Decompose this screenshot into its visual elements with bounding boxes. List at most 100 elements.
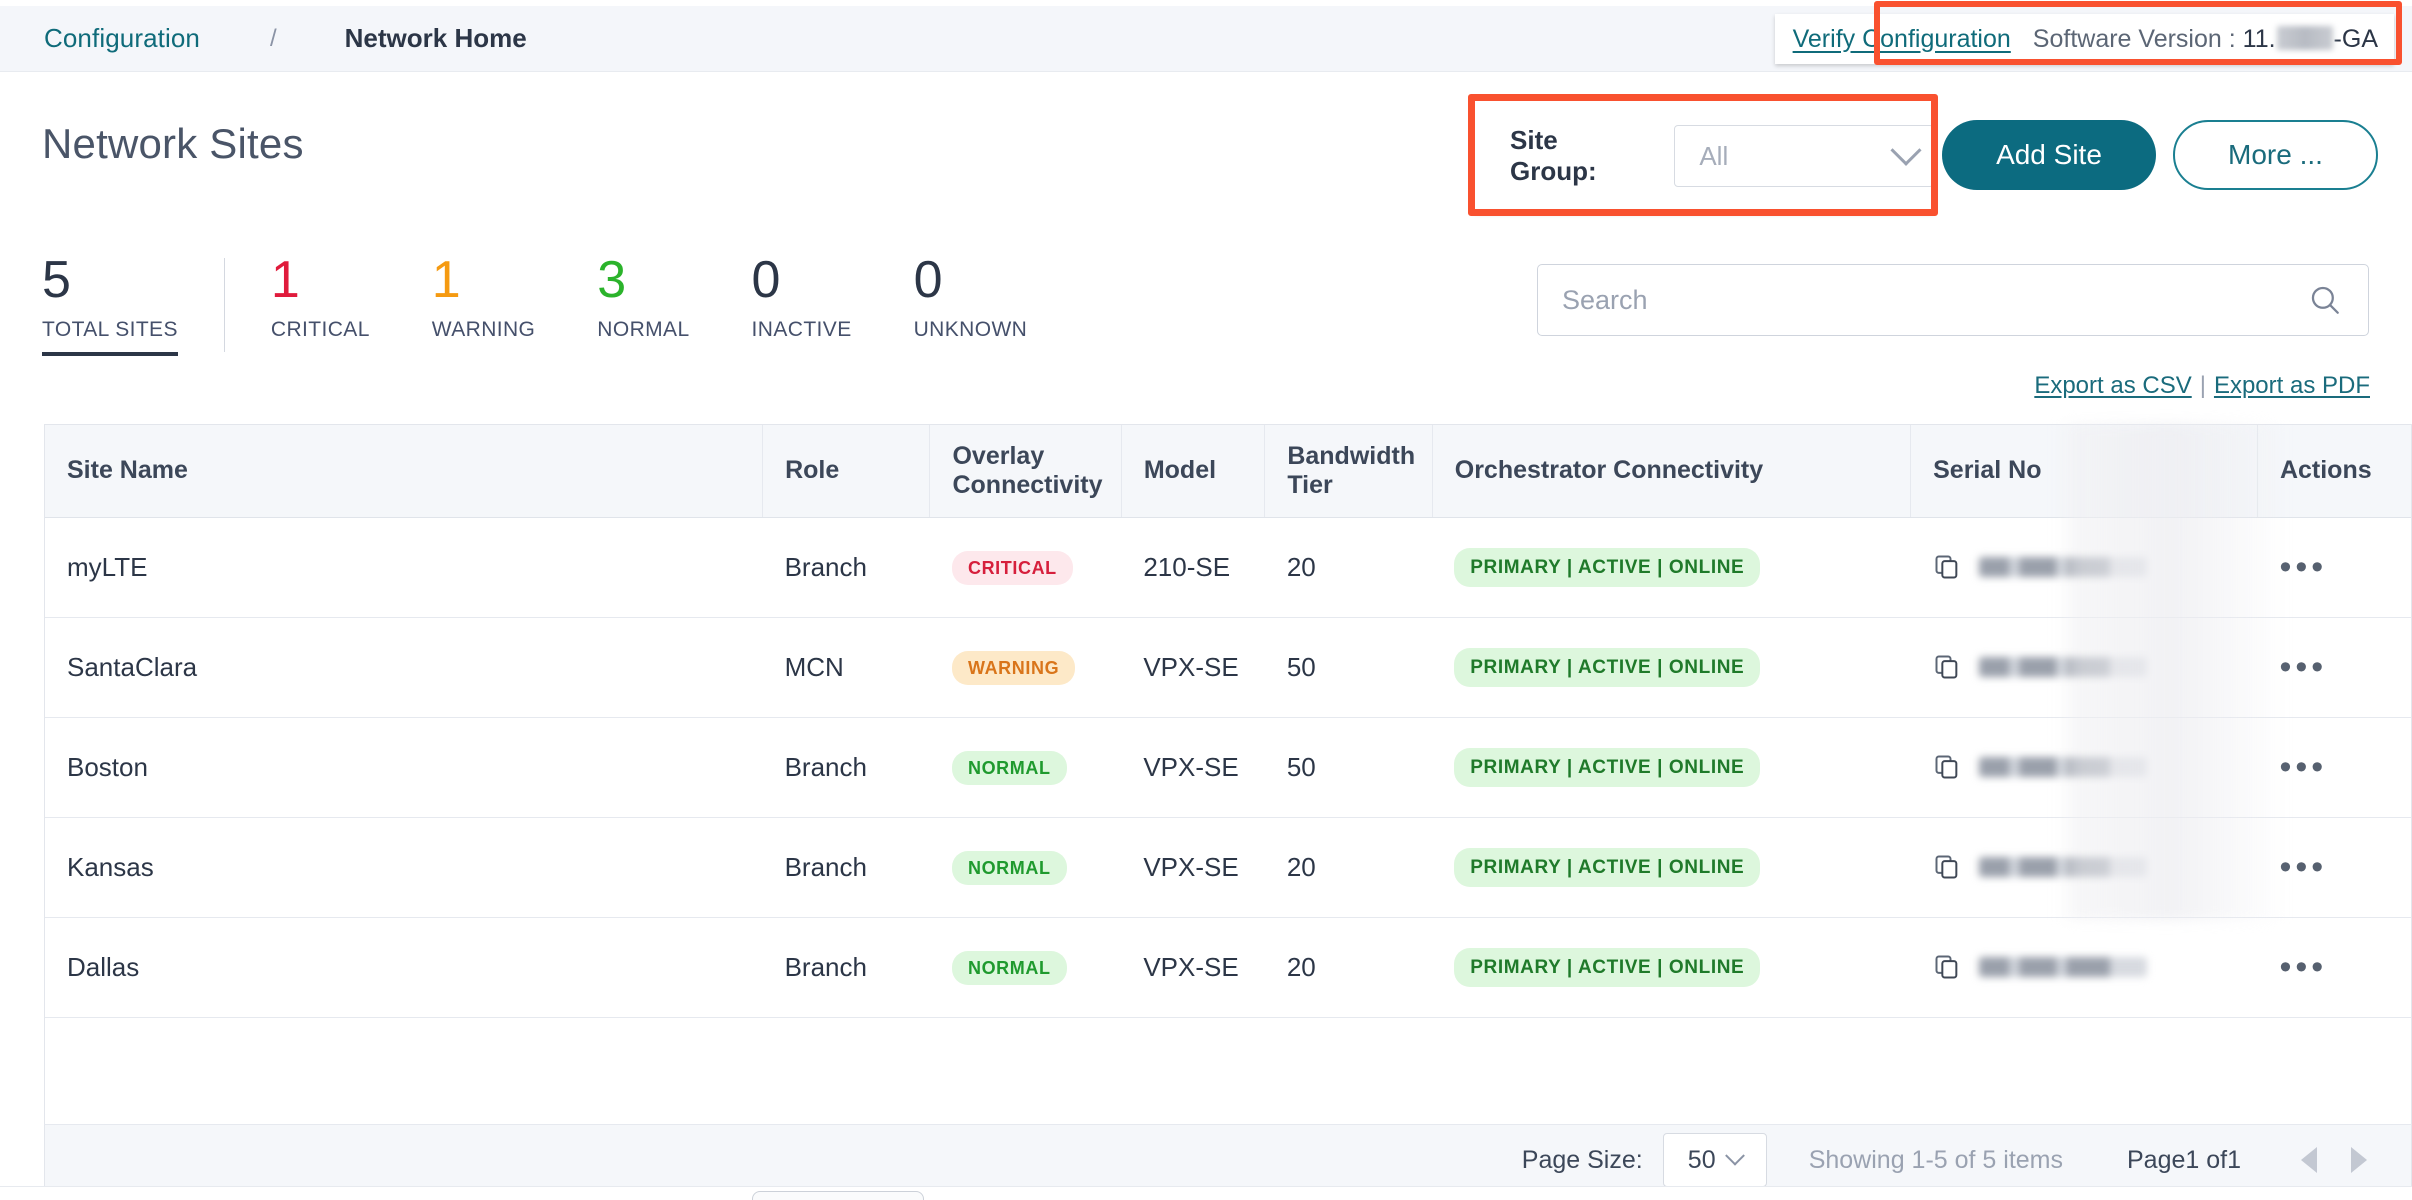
serial-number-redacted	[1978, 757, 2147, 777]
cell-bandwidth-tier: 50	[1264, 617, 1433, 718]
orchestrator-status-badge: PRIMARY | ACTIVE | ONLINE	[1454, 647, 1761, 687]
topbar-version-group: Verify Configuration Software Version : …	[1774, 14, 2394, 64]
verify-configuration-link[interactable]: Verify Configuration	[1793, 25, 2011, 54]
stat-inactive[interactable]: 0 INACTIVE	[752, 252, 852, 342]
search-icon	[2311, 286, 2339, 314]
serial-number-redacted	[1978, 857, 2147, 877]
add-site-button[interactable]: Add Site	[1942, 120, 2156, 190]
table-body: myLTE Branch CRITICAL 210-SE 20 PRIMARY …	[45, 517, 2411, 1018]
cell-serial-no	[1910, 817, 2258, 918]
export-pdf-link[interactable]: Export as PDF	[2214, 372, 2370, 399]
cell-site-name[interactable]: Boston	[45, 717, 763, 818]
col-header-orchestrator-connectivity[interactable]: Orchestrator Connectivity	[1432, 425, 1912, 518]
copy-icon[interactable]	[1933, 853, 1961, 881]
cell-model: VPX-SE	[1121, 717, 1265, 818]
cell-site-name[interactable]: Kansas	[45, 817, 763, 918]
table-row[interactable]: SantaClara MCN WARNING VPX-SE 50 PRIMARY…	[45, 617, 2411, 718]
cell-overlay: NORMAL	[929, 817, 1122, 918]
cell-orchestrator: PRIMARY | ACTIVE | ONLINE	[1432, 817, 1911, 918]
stat-warning[interactable]: 1 WARNING	[432, 252, 536, 342]
cell-orchestrator: PRIMARY | ACTIVE | ONLINE	[1432, 617, 1911, 718]
stat-total-sites[interactable]: 5 TOTAL SITES	[42, 252, 178, 362]
table-header: Site Name Role Overlay Connectivity Mode…	[45, 425, 2411, 518]
cell-model: VPX-SE	[1121, 617, 1265, 718]
stat-critical[interactable]: 1 CRITICAL	[271, 252, 370, 342]
stat-value: 3	[597, 251, 627, 309]
cell-serial-no	[1910, 517, 2258, 618]
copy-icon[interactable]	[1933, 653, 1961, 681]
table-row[interactable]: myLTE Branch CRITICAL 210-SE 20 PRIMARY …	[45, 517, 2411, 618]
orchestrator-status-badge: PRIMARY | ACTIVE | ONLINE	[1454, 747, 1761, 787]
search-input[interactable]	[1562, 284, 2264, 316]
page-indicator: Page1 of1	[2127, 1145, 2241, 1174]
cell-overlay: NORMAL	[929, 717, 1122, 818]
export-csv-link[interactable]: Export as CSV	[2034, 372, 2191, 399]
cell-bandwidth-tier: 20	[1264, 517, 1433, 618]
more-button[interactable]: More ...	[2173, 120, 2378, 190]
col-header-bandwidth-tier[interactable]: Bandwidth Tier	[1264, 425, 1433, 518]
software-version-prefix: 11.	[2242, 24, 2276, 53]
cell-model: VPX-SE	[1121, 817, 1265, 918]
chevron-right-icon[interactable]	[2351, 1147, 2367, 1173]
col-header-site-name[interactable]: Site Name	[45, 425, 764, 518]
stat-value: 1	[270, 251, 300, 309]
software-version-suffix: -GA	[2333, 24, 2378, 53]
search-container[interactable]	[1537, 264, 2369, 336]
copy-icon[interactable]	[1933, 753, 1961, 781]
stat-label: INACTIVE	[751, 318, 852, 341]
breadcrumb-configuration[interactable]: Configuration	[44, 23, 200, 54]
site-group-dropdown[interactable]: All	[1674, 125, 1934, 187]
cell-model: 210-SE	[1121, 517, 1265, 618]
more-horizontal-icon[interactable]: •••	[2279, 548, 2327, 586]
cell-role: Branch	[762, 717, 930, 818]
table-header-row: Site Name Role Overlay Connectivity Mode…	[45, 425, 2411, 518]
software-version-text: Software Version : 11. -GA	[2033, 25, 2378, 54]
cell-model: VPX-SE	[1121, 917, 1265, 1018]
stat-unknown[interactable]: 0 UNKNOWN	[914, 252, 1028, 342]
table-row[interactable]: Dallas Branch NORMAL VPX-SE 20 PRIMARY |…	[45, 917, 2411, 1018]
orchestrator-status-badge: PRIMARY | ACTIVE | ONLINE	[1454, 547, 1761, 587]
stat-label: WARNING	[431, 318, 536, 341]
cell-serial-no	[1910, 617, 2258, 718]
col-header-overlay-connectivity[interactable]: Overlay Connectivity	[929, 425, 1122, 518]
breadcrumb-bar: Configuration / Network Home Verify Conf…	[0, 6, 2412, 72]
overlay-status-badge: NORMAL	[951, 750, 1067, 785]
cell-actions: •••	[2257, 717, 2411, 818]
cell-site-name[interactable]: myLTE	[45, 517, 763, 618]
overlay-status-badge: CRITICAL	[951, 550, 1073, 585]
stat-normal[interactable]: 3 NORMAL	[597, 252, 689, 342]
more-horizontal-icon[interactable]: •••	[2279, 648, 2327, 686]
page-size-label: Page Size:	[1521, 1145, 1643, 1174]
stat-value: 5	[42, 251, 71, 309]
copy-icon[interactable]	[1933, 553, 1961, 581]
chevron-down-icon	[1724, 1145, 1745, 1166]
chevron-left-icon[interactable]	[2301, 1147, 2317, 1173]
page-size-dropdown[interactable]: 50	[1662, 1133, 1767, 1187]
overlay-status-badge: WARNING	[951, 650, 1076, 685]
cell-site-name[interactable]: SantaClara	[45, 617, 763, 718]
breadcrumb-separator: /	[269, 24, 277, 52]
cell-role: Branch	[762, 817, 930, 918]
stat-label: UNKNOWN	[913, 318, 1028, 341]
bottom-partial-control[interactable]	[752, 1191, 924, 1200]
more-horizontal-icon[interactable]: •••	[2279, 848, 2327, 886]
cell-role: Branch	[762, 917, 930, 1018]
more-horizontal-icon[interactable]: •••	[2279, 948, 2327, 986]
cell-orchestrator: PRIMARY | ACTIVE | ONLINE	[1432, 717, 1911, 818]
site-group-value: All	[1699, 140, 1729, 171]
overlay-status-badge: NORMAL	[951, 950, 1067, 985]
cell-site-name[interactable]: Dallas	[45, 917, 763, 1018]
orchestrator-status-badge: PRIMARY | ACTIVE | ONLINE	[1454, 947, 1761, 987]
chevron-down-icon	[1890, 134, 1922, 166]
col-header-serial-no[interactable]: Serial No	[1910, 425, 2258, 518]
more-horizontal-icon[interactable]: •••	[2279, 748, 2327, 786]
cell-serial-no	[1910, 717, 2258, 818]
table-row[interactable]: Kansas Branch NORMAL VPX-SE 20 PRIMARY |…	[45, 817, 2411, 918]
cell-overlay: WARNING	[929, 617, 1122, 718]
table-row[interactable]: Boston Branch NORMAL VPX-SE 50 PRIMARY |…	[45, 717, 2411, 818]
overlay-status-badge: NORMAL	[951, 850, 1067, 885]
col-header-role[interactable]: Role	[762, 425, 931, 518]
copy-icon[interactable]	[1933, 953, 1961, 981]
sites-table-container: Site Name Role Overlay Connectivity Mode…	[44, 424, 2412, 1124]
col-header-model[interactable]: Model	[1121, 425, 1266, 518]
